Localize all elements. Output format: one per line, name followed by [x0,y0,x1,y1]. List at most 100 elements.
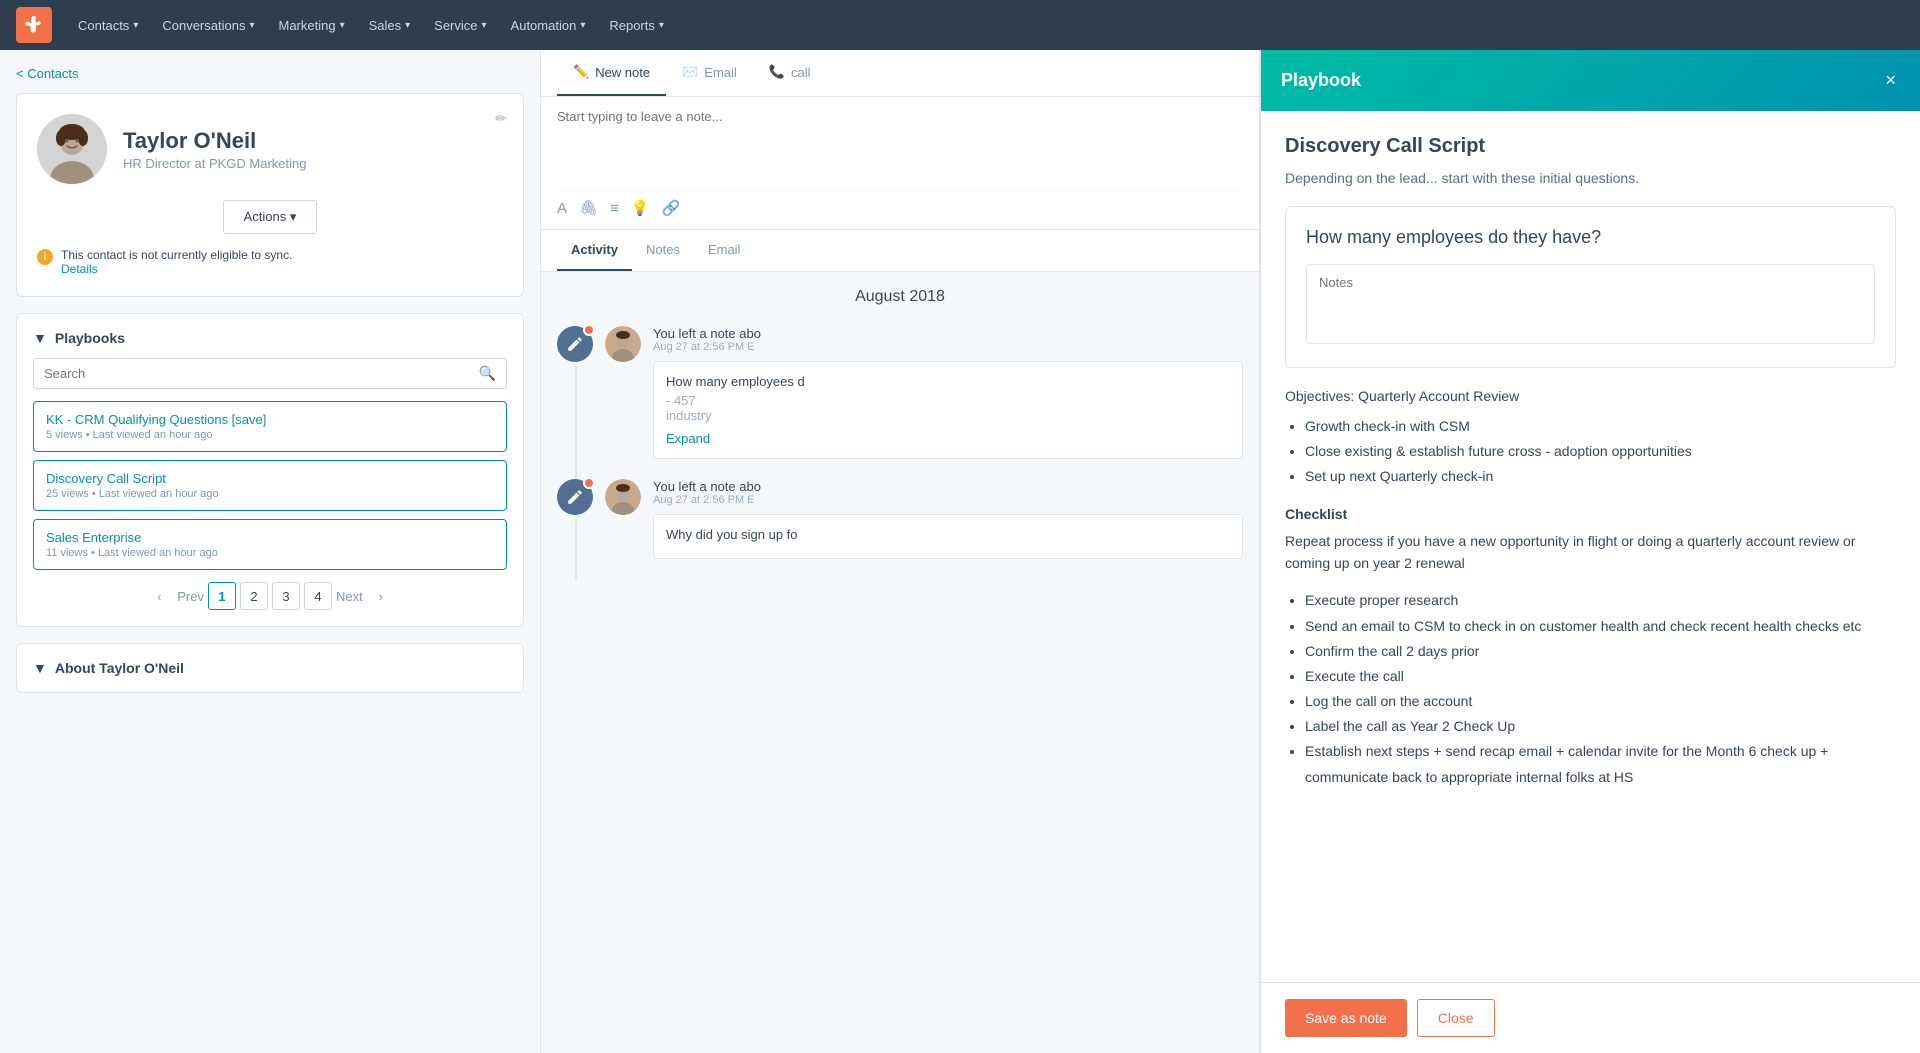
nav-conversations[interactable]: Conversations ▾ [152,12,264,39]
playbook-objectives: Objectives: Quarterly Account Review Gro… [1285,388,1896,490]
activity-icon [557,479,593,515]
playbooks-title: Playbooks [55,330,125,346]
chevron-down-icon: ▾ [405,20,410,31]
about-header[interactable]: ▼ About Taylor O'Neil [33,660,507,676]
main-layout: < Contacts [0,50,1920,1053]
save-as-note-button[interactable]: Save as note [1285,999,1407,1037]
activity-title: You left a note abo [653,479,1243,494]
activity-tabs: Activity Notes Email [541,230,1259,272]
details-link[interactable]: Details [61,262,98,276]
list-item: Send an email to CSM to check in on cust… [1305,614,1896,639]
tab-activity[interactable]: Activity [557,230,632,271]
left-panel: < Contacts [0,50,540,1053]
note-extra: industry [666,408,1230,423]
attachment-icon[interactable]: 🖇 [579,199,598,217]
text-icon[interactable]: A [557,200,567,217]
playbooks-header[interactable]: ▼ Playbooks [33,330,507,346]
checklist-repeat-text: Repeat process if you have a new opportu… [1285,530,1896,575]
link-icon[interactable]: 🔗 [662,199,681,217]
chevron-down-icon: ▼ [33,330,47,346]
chevron-down-icon: ▾ [659,20,664,31]
notes-header: ✏️ New note ✉️ Email 📞 call [541,50,1259,97]
notes-tabs: ✏️ New note ✉️ Email 📞 call [557,50,1243,96]
navbar: Contacts ▾ Conversations ▾ Marketing ▾ S… [0,0,1920,50]
objectives-list: Growth check-in with CSM Close existing … [1285,414,1896,490]
nav-automation[interactable]: Automation ▾ [501,12,596,39]
page-4[interactable]: 4 [304,582,332,610]
list-item: Execute the call [1305,664,1896,689]
pagination-prev[interactable]: ‹ [145,582,173,610]
tab-email[interactable]: Email [694,230,755,271]
chevron-down-icon: ▼ [33,660,47,676]
page-2[interactable]: 2 [240,582,268,610]
playbook-panel: Playbook × Discovery Call Script Dependi… [1260,50,1920,1053]
actions-button[interactable]: Actions ▾ [223,200,318,234]
notification-dot [583,477,595,489]
contact-card: Taylor O'Neil HR Director at PKGD Market… [16,93,524,297]
close-button[interactable]: Close [1417,999,1495,1037]
tab-notes[interactable]: Notes [632,230,694,271]
page-3[interactable]: 3 [272,582,300,610]
activity-icon [557,326,593,362]
note-toolbar: A 🖇 ≡ 💡 🔗 [557,190,1243,217]
playbook-panel-title: Playbook [1281,70,1361,91]
playbook-panel-header: Playbook × [1261,50,1920,111]
tab-call[interactable]: 📞 call [753,50,827,96]
checklist-label: Checklist [1285,506,1896,522]
search-input[interactable] [44,366,479,381]
playbook-description: Depending on the lead... start with thes… [1285,170,1896,186]
contact-name: Taylor O'Neil [123,128,503,154]
playbook-item-0[interactable]: KK - CRM Qualifying Questions [save] 5 v… [33,401,507,452]
objectives-label: Objectives: Quarterly Account Review [1285,388,1896,404]
breadcrumb[interactable]: < Contacts [16,66,524,81]
note-compose: A 🖇 ≡ 💡 🔗 [541,97,1259,230]
pagination-next-label[interactable]: Next [336,589,363,604]
playbook-body: Discovery Call Script Depending on the l… [1261,111,1920,982]
nav-contacts[interactable]: Contacts ▾ [68,12,148,39]
middle-panel: ✏️ New note ✉️ Email 📞 call A 🖇 ≡ [540,50,1260,1053]
note-field: How many employees d [666,374,1230,389]
playbook-item-2[interactable]: Sales Enterprise 11 views • Last viewed … [33,519,507,570]
tab-new-note[interactable]: ✏️ New note [557,50,666,96]
note-value: - 457 [666,393,1230,408]
expand-link[interactable]: Expand [666,431,710,446]
list-item: Confirm the call 2 days prior [1305,639,1896,664]
hubspot-logo[interactable] [16,7,52,43]
list-item: Close existing & establish future cross … [1305,439,1896,464]
activity-note: Why did you sign up fo [653,514,1243,559]
tab-email[interactable]: ✉️ Email [666,50,753,96]
pagination-next[interactable]: › [367,582,395,610]
email-icon: ✉️ [682,64,698,80]
playbook-title: KK - CRM Qualifying Questions [save] [46,412,494,427]
playbook-notes-input[interactable] [1306,264,1875,344]
page-1[interactable]: 1 [208,582,236,610]
chevron-down-icon: ▾ [580,20,585,31]
activity-body: You left a note abo Aug 27 at 2:56 PM E … [653,479,1243,559]
search-icon: 🔍 [479,365,496,382]
chevron-down-icon: ▾ [249,20,254,31]
nav-items: Contacts ▾ Conversations ▾ Marketing ▾ S… [68,12,674,39]
activity-note: How many employees d - 457 industry Expa… [653,361,1243,459]
activity-item-0: You left a note abo Aug 27 at 2:56 PM E … [557,326,1243,459]
nav-service[interactable]: Service ▾ [424,12,496,39]
nav-marketing[interactable]: Marketing ▾ [268,12,354,39]
about-section: ▼ About Taylor O'Neil [16,643,524,693]
list-icon[interactable]: ≡ [610,200,619,217]
checklist-list: Execute proper research Send an email to… [1285,588,1896,790]
chevron-down-icon: ▾ [482,20,487,31]
playbook-question: How many employees do they have? [1306,227,1875,248]
pagination-prev-label[interactable]: Prev [177,589,204,604]
playbook-item-1[interactable]: Discovery Call Script 25 views • Last vi… [33,460,507,511]
nav-sales[interactable]: Sales ▾ [359,12,421,39]
edit-icon[interactable]: ✏ [495,110,507,127]
phone-icon: 📞 [769,64,785,80]
chevron-down-icon: ▾ [133,20,138,31]
lightbulb-icon[interactable]: 💡 [631,199,650,217]
contact-title: HR Director at PKGD Marketing [123,156,503,171]
contact-info: Taylor O'Neil HR Director at PKGD Market… [123,128,503,171]
note-input[interactable] [557,109,1243,179]
list-item: Growth check-in with CSM [1305,414,1896,439]
playbook-close-button[interactable]: × [1881,66,1900,95]
nav-reports[interactable]: Reports ▾ [599,12,674,39]
playbook-meta: 25 views • Last viewed an hour ago [46,488,494,500]
